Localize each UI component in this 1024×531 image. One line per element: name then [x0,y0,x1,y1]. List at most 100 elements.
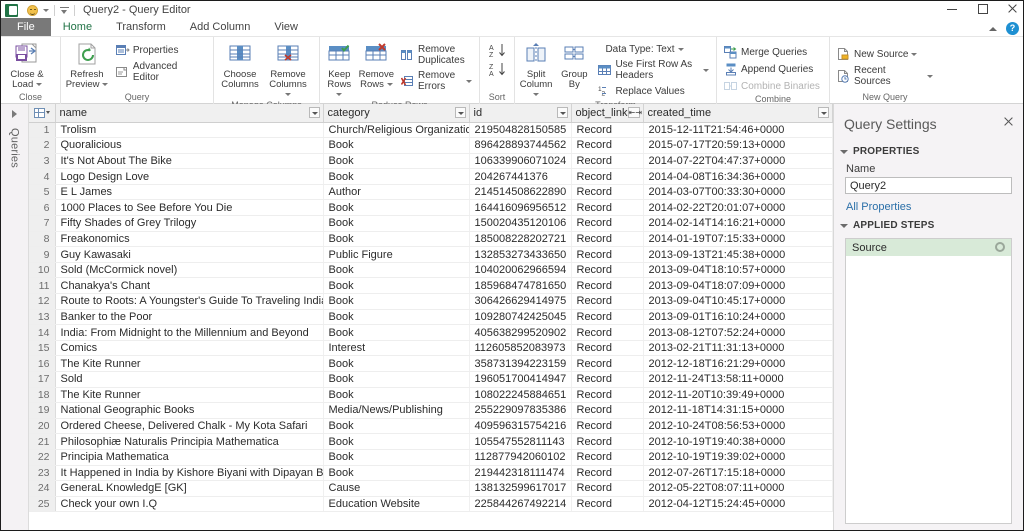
cell-name[interactable]: GeneraL KnowledgE [GK] [55,480,324,497]
tab-home[interactable]: Home [50,19,105,36]
remove-rows-button[interactable]: Remove Rows [358,41,395,90]
cell-id[interactable]: 106339906071024 [469,153,572,170]
table-row[interactable]: 24 GeneraL KnowledgE [GK] Cause 13813259961… [29,480,833,497]
new-source-button[interactable]: New Source [835,47,935,62]
cell-created-time[interactable]: 2014-02-22T20:01:07+0000 [643,199,833,217]
cell-category[interactable]: Book [323,168,470,185]
table-row[interactable]: 18 The Kite Runner Book 108022245884651 Reco… [29,387,833,404]
table-row[interactable]: 16 The Kite Runner Book 358731394223159 Reco… [29,355,833,372]
cell-id[interactable]: 896428893744562 [469,137,572,154]
cell-object-link[interactable]: Record [571,465,644,482]
column-header-category[interactable]: category [323,104,470,123]
cell-id[interactable]: 109280742425045 [469,309,572,326]
cell-object-link[interactable]: Record [571,340,644,357]
cell-name[interactable]: Logo Design Love [55,168,324,185]
cell-category[interactable]: Book [323,371,470,388]
replace-values-button[interactable]: 1 2 Replace Values [596,84,711,99]
grid-corner-button[interactable] [29,104,56,123]
cell-id[interactable]: 185968474781650 [469,277,572,295]
tab-transform[interactable]: Transform [104,19,178,36]
column-header-created-time[interactable]: created_time [643,104,833,123]
help-area[interactable]: ? [989,22,1019,35]
cell-object-link[interactable]: Record [571,324,644,341]
cell-created-time[interactable]: 2014-01-19T07:15:33+0000 [643,231,833,248]
table-row[interactable]: 20 Ordered Cheese, Delivered Chalk - My K… [29,418,833,435]
properties-button[interactable]: Properties [114,43,208,58]
table-row[interactable]: 10 Sold (McCormick novel) Book 104020062966… [29,262,833,279]
cell-created-time[interactable]: 2015-12-11T21:54:46+0000 [643,122,833,139]
cell-id[interactable]: 108022245884651 [469,387,572,404]
cell-id[interactable]: 150020435120106 [469,215,572,232]
cell-object-link[interactable]: Record [571,418,644,435]
cell-name[interactable]: Fifty Shades of Grey Trilogy [55,215,324,232]
applied-step-source[interactable]: Source [846,239,1011,256]
filter-dropdown-icon[interactable] [308,107,320,118]
column-header-id[interactable]: id [469,104,572,123]
close-icon[interactable] [1005,2,1019,15]
applied-steps-section-header[interactable]: APPLIED STEPS [834,216,1023,234]
all-properties-link[interactable]: All Properties [834,194,1023,216]
chevron-down-icon[interactable] [533,93,540,96]
remove-duplicates-button[interactable]: Remove Duplicates [399,43,474,67]
table-row[interactable]: 22 Principia Mathematica Book 1128779420601… [29,449,833,466]
queries-pane-collapsed[interactable]: Queries [1,104,29,530]
cell-id[interactable]: 112605852083973 [469,340,572,357]
cell-name[interactable]: Trolism [55,122,324,139]
cell-id[interactable]: 196051700414947 [469,371,572,388]
collapse-ribbon-icon[interactable] [989,26,997,31]
chevron-right-icon[interactable] [12,110,17,118]
table-row[interactable]: 11 Chanakya's Chant Book 185968474781650 Rec… [29,277,833,295]
cell-created-time[interactable]: 2013-09-04T10:45:17+0000 [643,293,833,310]
cell-object-link[interactable]: Record [571,246,644,263]
table-row[interactable]: 19 National Geographic Books Media/News/Pu… [29,402,833,419]
maximize-icon[interactable] [975,2,989,15]
cell-category[interactable]: Book [323,309,470,326]
chevron-down-icon[interactable] [43,8,49,12]
tab-file[interactable]: File [1,18,51,36]
data-grid[interactable]: name category id object_link ⇤⇥ created_… [29,104,834,530]
cell-created-time[interactable]: 2012-11-24T13:58:11+0000 [643,371,833,388]
group-by-button[interactable]: Group By [556,41,592,90]
keep-rows-button[interactable]: Keep Rows [323,41,356,100]
cell-category[interactable]: Book [323,153,470,170]
cell-created-time[interactable]: 2013-09-04T18:07:09+0000 [643,277,833,295]
table-row[interactable]: 25 Check your own I.Q Education Website 225… [29,496,833,513]
advanced-editor-button[interactable]: Advanced Editor [114,60,208,84]
chevron-down-icon[interactable] [45,111,50,115]
cell-created-time[interactable]: 2015-07-17T20:59:13+0000 [643,137,833,154]
table-row[interactable]: 14 India: From Midnight to the Millennium… [29,324,833,341]
tab-view[interactable]: View [262,19,310,36]
sort-descending-icon[interactable]: Z A [489,62,507,80]
cell-created-time[interactable]: 2012-10-19T19:39:02+0000 [643,449,833,466]
cell-object-link[interactable]: Record [571,262,644,279]
cell-id[interactable]: 214514508622890 [469,184,572,201]
close-icon[interactable] [1003,116,1014,127]
cell-object-link[interactable]: Record [571,215,644,232]
cell-category[interactable]: Author [323,184,470,201]
cell-object-link[interactable]: Record [571,433,644,450]
cell-created-time[interactable]: 2012-04-12T15:24:45+0000 [643,496,833,513]
cell-category[interactable]: Interest [323,340,470,357]
cell-category[interactable]: Book [323,449,470,466]
cell-category[interactable]: Book [323,387,470,404]
cell-created-time[interactable]: 2012-11-20T10:39:49+0000 [643,387,833,404]
cell-id[interactable]: 219442318111474 [469,465,572,482]
table-row[interactable]: 1 Trolism Church/Religious Organization 219… [29,122,833,139]
cell-created-time[interactable]: 2012-07-26T17:15:18+0000 [643,465,833,482]
cell-category[interactable]: Book [323,199,470,217]
cell-name[interactable]: E L James [55,184,324,201]
cell-id[interactable]: 405638299520902 [469,324,572,341]
merge-queries-button[interactable]: Merge Queries [722,45,822,60]
chevron-down-icon[interactable] [102,83,109,86]
chevron-down-icon[interactable] [677,48,684,51]
data-type-button[interactable]: Data Type: Text [596,43,711,56]
cell-id[interactable]: 105547552811143 [469,433,572,450]
cell-name[interactable]: Sold (McCormick novel) [55,262,324,279]
cell-object-link[interactable]: Record [571,449,644,466]
cell-created-time[interactable]: 2012-10-24T08:56:53+0000 [643,418,833,435]
cell-created-time[interactable]: 2013-09-01T16:10:24+0000 [643,309,833,326]
cell-id[interactable]: 358731394223159 [469,355,572,372]
cell-id[interactable]: 164416096956512 [469,199,572,217]
cell-id[interactable]: 225844267492214 [469,496,572,513]
remove-columns-button[interactable]: Remove Columns [265,41,311,100]
